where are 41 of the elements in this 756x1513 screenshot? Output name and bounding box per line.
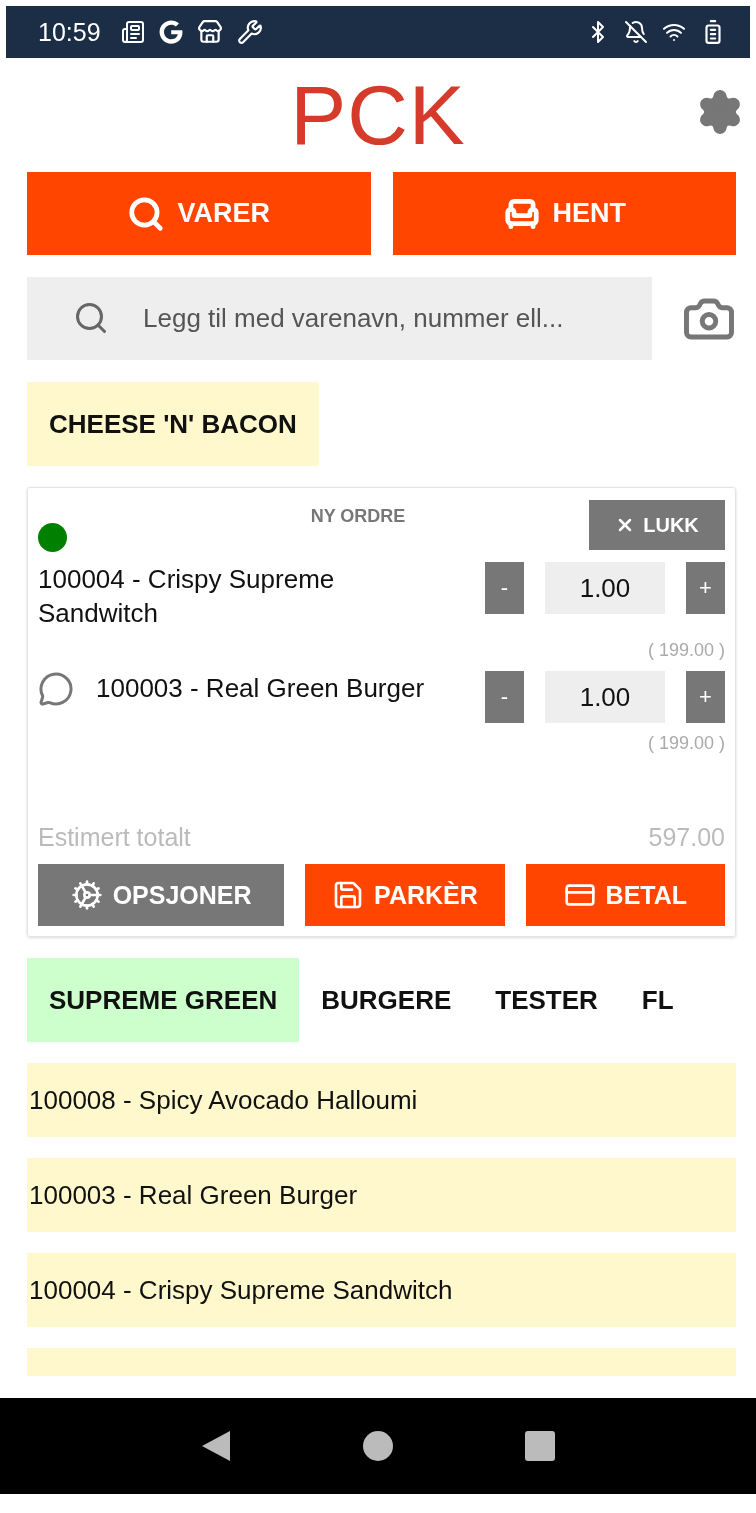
order-line-name: 100004 - Crispy Supreme Sandwitch [38,563,336,630]
total-amount: 597.00 [648,823,725,852]
status-time: 10:59 [38,17,101,47]
order-title: NY ORDRE [310,506,406,527]
product-item[interactable]: 100003 - Real Green Burger [27,1158,736,1232]
quantity-field[interactable]: 1.00 [545,562,665,614]
decrease-button[interactable]: - [485,562,524,614]
category-tab[interactable]: BURGERE [299,958,474,1042]
product-item[interactable]: 100004 - Crispy Supreme Sandwitch [27,1253,736,1327]
app-logo: PCK [290,66,466,164]
close-button[interactable]: LUKK [589,500,725,550]
action-button[interactable]: BETAL [525,864,725,926]
table-tag: CHEESE 'N' BACON [27,382,319,466]
google-icon [158,20,183,44]
search-icon [127,194,166,233]
increase-button[interactable]: + [686,671,725,723]
back-icon[interactable] [200,1429,232,1463]
home-icon[interactable] [362,1430,394,1462]
category-tab[interactable]: SUPREME GREEN [27,958,300,1042]
decrease-button[interactable]: - [485,671,524,723]
comment-icon[interactable] [38,671,74,707]
action-button[interactable]: PARKÈR [305,864,505,926]
search-icon [73,300,109,336]
recents-icon[interactable] [524,1430,556,1462]
gears-icon [70,879,103,911]
category-tab[interactable]: FL [619,958,674,1042]
nav-button[interactable]: VARER [27,172,371,255]
quantity-field[interactable]: 1.00 [545,671,665,723]
action-button[interactable]: OPSJONER [38,864,285,926]
line-price: ( 199.00 ) [647,733,725,754]
order-line-name: 100003 - Real Green Burger [96,672,425,705]
product-item[interactable]: 100008 - Spicy Avocado Halloumi [27,1063,736,1137]
search-field[interactable]: Legg til med varenavn, nummer ell... [27,277,652,360]
increase-button[interactable]: + [686,562,725,614]
total-label: Estimert totalt [38,823,191,852]
wrench-icon [236,19,263,45]
store-icon [196,19,223,45]
nav-button[interactable]: HENT [392,172,736,255]
bell-off-icon [624,20,648,44]
line-price: ( 199.00 ) [647,640,725,661]
category-tab[interactable]: TESTER [473,958,620,1042]
